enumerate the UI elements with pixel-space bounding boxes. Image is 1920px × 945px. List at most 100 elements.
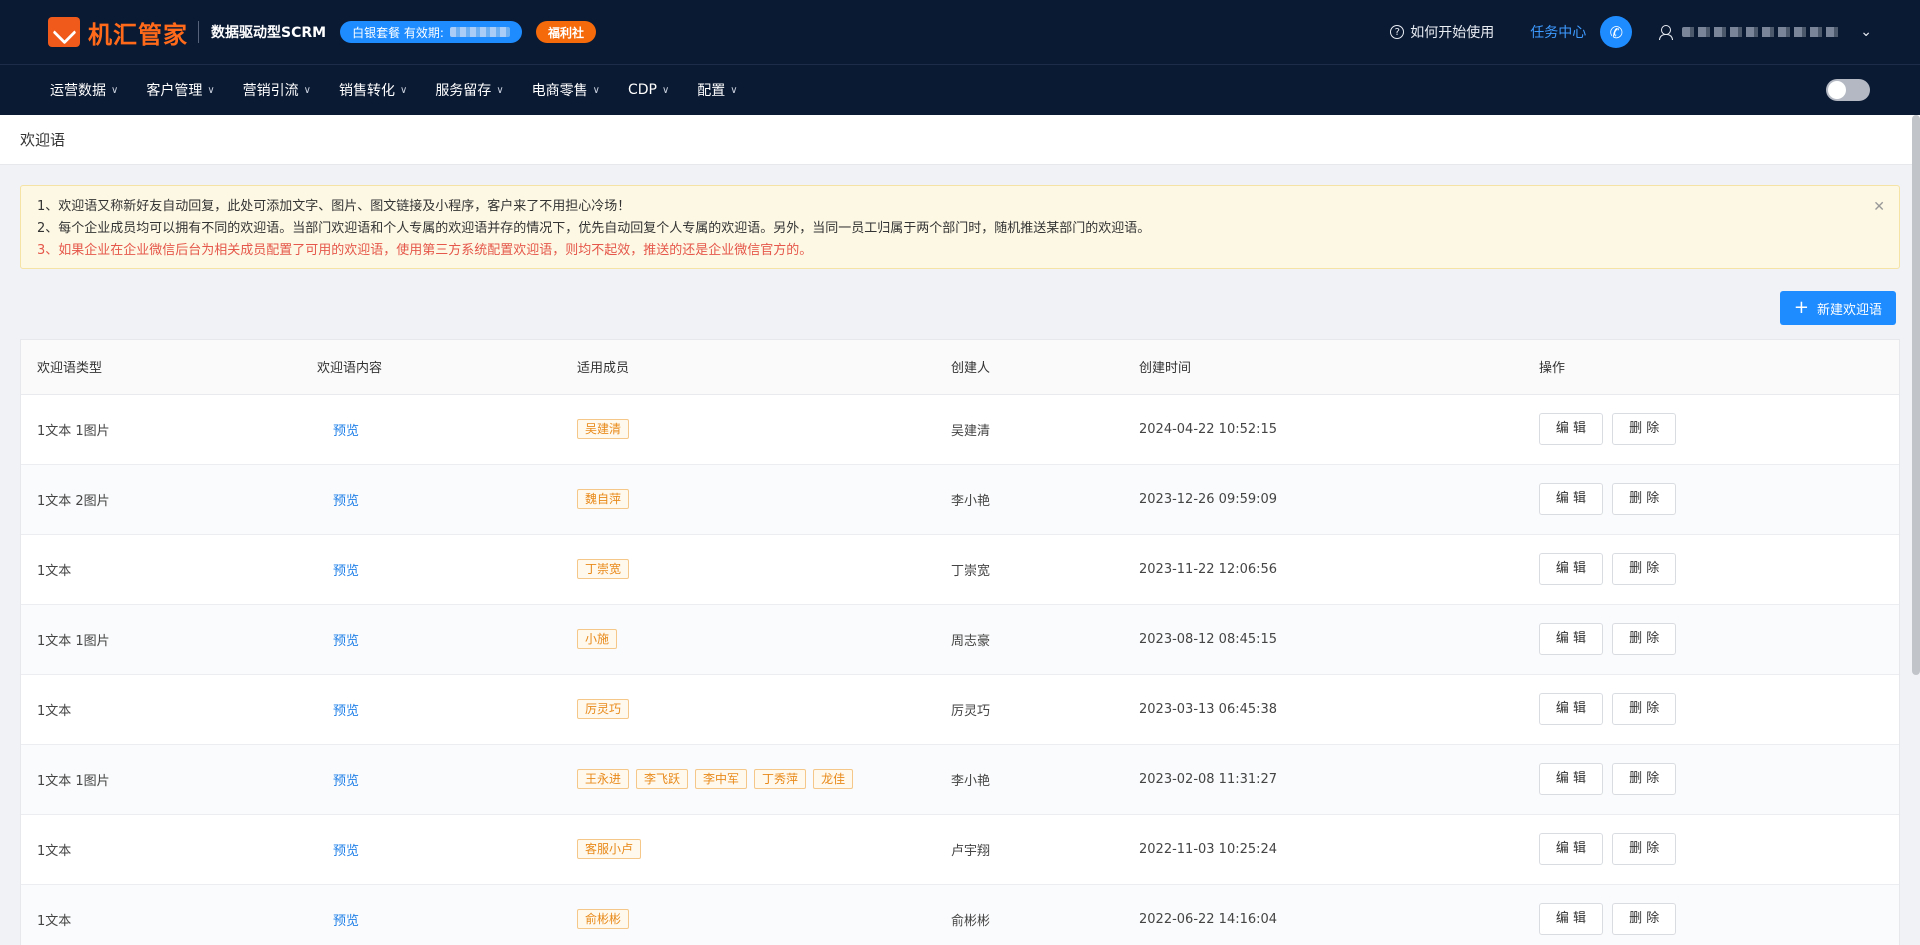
member-tag: 吴建清 bbox=[577, 419, 630, 439]
table-row: 1文本 预览 客服小卢 卢宇翔 2022-11-03 10:25:24 编 辑 … bbox=[21, 814, 1899, 885]
toolbar: + 新建欢迎语 bbox=[0, 269, 1920, 329]
preview-link[interactable]: 预览 bbox=[317, 774, 359, 789]
cell-type: 1文本 1图片 bbox=[21, 604, 301, 675]
edit-button[interactable]: 编 辑 bbox=[1539, 763, 1603, 795]
page-title: 欢迎语 bbox=[20, 131, 66, 149]
task-center-link[interactable]: 任务中心 bbox=[1530, 22, 1586, 42]
chevron-down-icon: ∨ bbox=[111, 84, 119, 96]
nav-item-retention[interactable]: 服务留存 ∨ bbox=[435, 80, 503, 100]
nav-item-sales[interactable]: 销售转化 ∨ bbox=[339, 80, 407, 100]
edit-button[interactable]: 编 辑 bbox=[1539, 693, 1603, 725]
nav-item-customers[interactable]: 客户管理 ∨ bbox=[146, 80, 214, 100]
brand-logo[interactable]: 机汇管家 bbox=[48, 15, 188, 50]
delete-button[interactable]: 删 除 bbox=[1612, 763, 1677, 795]
cell-members: 吴建清 bbox=[561, 394, 935, 465]
delete-button[interactable]: 删 除 bbox=[1612, 413, 1677, 445]
notice-line-3: 3、如果企业在企业微信后台为相关成员配置了可用的欢迎语，使用第三方系统配置欢迎语… bbox=[37, 243, 813, 258]
edit-button[interactable]: 编 辑 bbox=[1539, 553, 1603, 585]
preview-link[interactable]: 预览 bbox=[317, 844, 359, 859]
chevron-down-icon: ∨ bbox=[303, 84, 311, 96]
cell-creator: 厉灵巧 bbox=[935, 674, 1123, 745]
new-welcome-label: 新建欢迎语 bbox=[1816, 302, 1882, 318]
table-row: 1文本 1图片 预览 王永进 李飞跃 李中军 丁秀萍 龙佳 李小艳 2023-02-08… bbox=[21, 744, 1899, 815]
cell-actions: 编 辑 删 除 bbox=[1523, 744, 1899, 815]
theme-toggle[interactable] bbox=[1826, 79, 1870, 101]
logo-text: 机汇管家 bbox=[88, 20, 188, 49]
edit-button[interactable]: 编 辑 bbox=[1539, 483, 1603, 515]
chevron-down-icon: ∨ bbox=[592, 84, 600, 96]
question-icon: ? bbox=[1390, 25, 1405, 39]
cell-type: 1文本 bbox=[21, 534, 301, 605]
edit-button[interactable]: 编 辑 bbox=[1539, 413, 1603, 445]
table-row: 1文本 2图片 预览 魏自萍 李小艳 2023-12-26 09:59:09 编… bbox=[21, 464, 1899, 535]
notice-line-1: 1、欢迎语又称新好友自动回复，此处可添加文字、图片、图文链接及小程序，客户来了不… bbox=[37, 199, 631, 214]
cell-creator: 李小艳 bbox=[935, 464, 1123, 535]
cell-created-at: 2023-03-13 06:45:38 bbox=[1123, 674, 1523, 745]
preview-link[interactable]: 预览 bbox=[317, 914, 359, 929]
table-body: 1文本 1图片 预览 吴建清 吴建清 2024-04-22 10:52:15 编… bbox=[21, 394, 1899, 945]
cell-created-at: 2022-06-22 14:16:04 bbox=[1123, 884, 1523, 945]
member-tag: 龙佳 bbox=[813, 769, 854, 789]
delete-button[interactable]: 删 除 bbox=[1612, 623, 1677, 655]
cell-members: 客服小卢 bbox=[561, 814, 935, 885]
member-tag: 李中军 bbox=[695, 769, 748, 789]
nav-item-cdp[interactable]: CDP ∨ bbox=[628, 82, 669, 98]
col-header-creator: 创建人 bbox=[935, 340, 1123, 395]
cell-created-at: 2023-12-26 09:59:09 bbox=[1123, 464, 1523, 535]
edit-button[interactable]: 编 辑 bbox=[1539, 833, 1603, 865]
cell-type: 1文本 bbox=[21, 814, 301, 885]
nav-item-ecommerce[interactable]: 电商零售 ∨ bbox=[532, 80, 600, 100]
preview-link[interactable]: 预览 bbox=[317, 424, 359, 439]
delete-button[interactable]: 删 除 bbox=[1612, 833, 1677, 865]
delete-button[interactable]: 删 除 bbox=[1612, 693, 1677, 725]
preview-link[interactable]: 预览 bbox=[317, 494, 359, 509]
delete-button[interactable]: 删 除 bbox=[1612, 483, 1677, 515]
help-link[interactable]: ? 如何开始使用 bbox=[1390, 22, 1494, 42]
preview-link[interactable]: 预览 bbox=[317, 634, 359, 649]
cell-creator: 吴建清 bbox=[935, 394, 1123, 465]
top-bar: 机汇管家 数据驱动型SCRM 白银套餐 有效期: 福利社 ? 如何开始使用 任务… bbox=[0, 0, 1920, 64]
member-tag: 魏自萍 bbox=[577, 489, 630, 509]
delete-button[interactable]: 删 除 bbox=[1612, 903, 1677, 935]
close-icon[interactable]: ✕ bbox=[1873, 196, 1885, 218]
cell-created-at: 2024-04-22 10:52:15 bbox=[1123, 394, 1523, 465]
table-row: 1文本 预览 厉灵巧 厉灵巧 2023-03-13 06:45:38 编 辑 删… bbox=[21, 674, 1899, 745]
member-tag: 王永进 bbox=[577, 769, 630, 789]
welfare-label: 福利社 bbox=[547, 25, 584, 40]
cell-content: 预览 bbox=[301, 674, 561, 745]
member-tag: 客服小卢 bbox=[577, 839, 642, 859]
welfare-badge[interactable]: 福利社 bbox=[535, 21, 596, 43]
page-scrollbar[interactable] bbox=[1912, 115, 1920, 675]
logo-icon bbox=[48, 17, 80, 47]
table-header-row: 欢迎语类型 欢迎语内容 适用成员 创建人 创建时间 操作 bbox=[21, 340, 1899, 395]
cell-actions: 编 辑 删 除 bbox=[1523, 604, 1899, 675]
user-icon bbox=[1658, 25, 1674, 40]
cell-actions: 编 辑 删 除 bbox=[1523, 464, 1899, 535]
member-tag: 丁崇宽 bbox=[577, 559, 630, 579]
cell-created-at: 2022-11-03 10:25:24 bbox=[1123, 814, 1523, 885]
nav-item-operations[interactable]: 运营数据 ∨ bbox=[50, 80, 118, 100]
cell-creator: 卢宇翔 bbox=[935, 814, 1123, 885]
chevron-down-icon: ∨ bbox=[661, 84, 670, 96]
preview-link[interactable]: 预览 bbox=[317, 704, 359, 719]
cell-members: 俞彬彬 bbox=[561, 884, 935, 945]
delete-button[interactable]: 删 除 bbox=[1612, 553, 1677, 585]
cell-content: 预览 bbox=[301, 744, 561, 815]
user-menu[interactable]: ⌄ bbox=[1658, 24, 1872, 40]
nav-item-settings[interactable]: 配置 ∨ bbox=[697, 80, 737, 100]
cell-content: 预览 bbox=[301, 814, 561, 885]
cell-created-at: 2023-08-12 08:45:15 bbox=[1123, 604, 1523, 675]
package-badge[interactable]: 白银套餐 有效期: bbox=[340, 21, 522, 43]
nav-item-marketing[interactable]: 营销引流 ∨ bbox=[243, 80, 311, 100]
logo-divider bbox=[198, 21, 199, 43]
edit-button[interactable]: 编 辑 bbox=[1539, 903, 1603, 935]
phone-button[interactable]: ✆ bbox=[1600, 16, 1633, 48]
cell-creator: 俞彬彬 bbox=[935, 884, 1123, 945]
cell-actions: 编 辑 删 除 bbox=[1523, 814, 1899, 885]
member-tag: 小施 bbox=[577, 629, 618, 649]
cell-content: 预览 bbox=[301, 394, 561, 465]
table-row: 1文本 1图片 预览 吴建清 吴建清 2024-04-22 10:52:15 编… bbox=[21, 394, 1899, 465]
edit-button[interactable]: 编 辑 bbox=[1539, 623, 1603, 655]
new-welcome-button[interactable]: + 新建欢迎语 bbox=[1779, 291, 1896, 325]
preview-link[interactable]: 预览 bbox=[317, 564, 359, 579]
